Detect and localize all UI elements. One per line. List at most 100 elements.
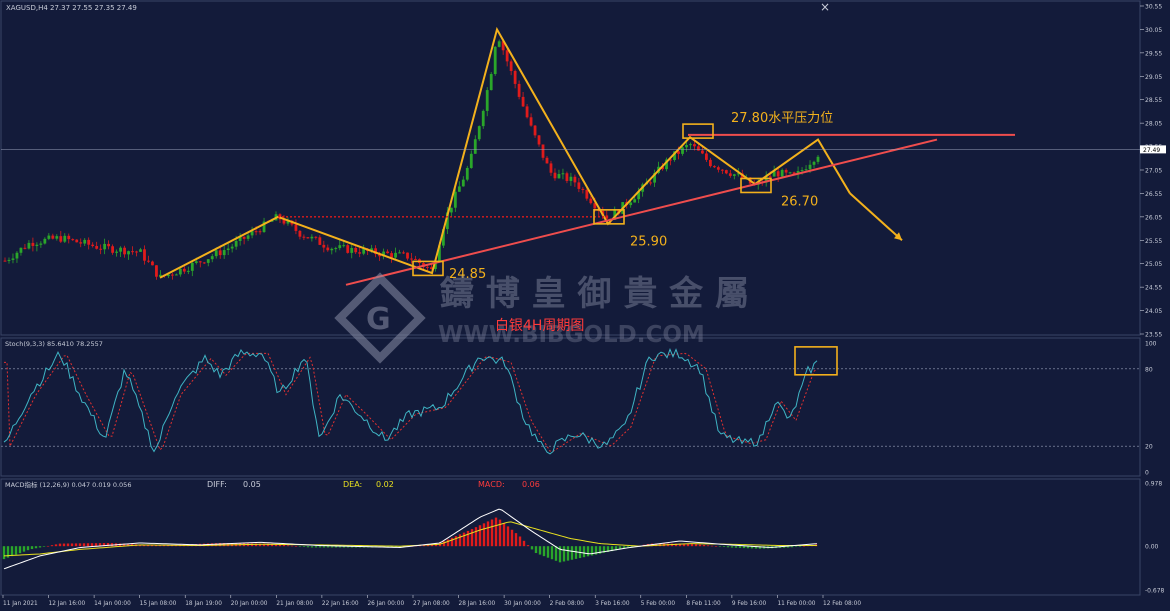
candle-body: [155, 265, 158, 277]
macd-histogram-bar: [526, 545, 530, 547]
macd-tick-label: -0.678: [1145, 588, 1165, 595]
macd-histogram-bar: [330, 546, 334, 548]
candle-body: [75, 239, 79, 243]
candle-body: [310, 236, 314, 239]
macd-histogram-bar: [478, 525, 482, 547]
price-tick-label: 25.55: [1145, 238, 1162, 245]
macd-histogram-bar: [702, 544, 706, 547]
candle-body: [521, 96, 525, 107]
macd-histogram-bar: [46, 545, 50, 547]
candle-body: [386, 251, 389, 254]
candle-body: [525, 106, 529, 118]
time-tick-label: 12 Jan 16:00: [49, 601, 86, 607]
candle-body: [11, 258, 15, 260]
candle-body: [218, 250, 222, 256]
candle-body: [254, 231, 258, 233]
macd-histogram-bar: [282, 544, 286, 547]
candle-body: [190, 262, 194, 271]
macd-histogram-bar: [466, 530, 470, 547]
macd-histogram-bar: [50, 545, 54, 547]
price-tick-label: 28.05: [1145, 121, 1162, 128]
macd-histogram-bar: [298, 546, 302, 547]
candle-body: [39, 243, 43, 245]
candle-body: [565, 173, 569, 181]
candle-body: [202, 262, 206, 264]
candle-body: [338, 245, 342, 249]
candle-body: [708, 159, 712, 167]
macd-histogram-bar: [2, 546, 6, 560]
key-level-label: 25.90: [630, 234, 667, 249]
candle-body: [31, 242, 35, 246]
candle-body: [63, 235, 67, 242]
candle-body: [473, 139, 477, 154]
candle-body: [194, 261, 198, 263]
candle-body: [71, 239, 75, 241]
candle-body: [115, 251, 118, 253]
candle-body: [210, 256, 214, 260]
macd-histogram-bar: [486, 521, 490, 547]
close-icon[interactable]: ×: [820, 0, 830, 14]
candle-body: [533, 125, 537, 136]
macd-histogram-bar: [318, 546, 322, 548]
candle-body: [306, 237, 310, 239]
candle-body: [497, 41, 501, 47]
candle-body: [577, 182, 581, 189]
candle-body: [557, 174, 561, 179]
candle-body: [214, 250, 218, 257]
macd-histogram-bar: [742, 546, 746, 549]
macd-histogram-bar: [218, 542, 222, 547]
macd-histogram-bar: [550, 546, 554, 560]
candle-body: [127, 251, 130, 255]
time-tick-label: 12 Feb 08:00: [823, 601, 861, 607]
macd-histogram-bar: [314, 546, 318, 548]
macd-histogram-bar: [698, 544, 702, 547]
time-tick-label: 9 Feb 16:00: [732, 601, 767, 607]
candle-body: [198, 261, 202, 263]
time-tick-label: 27 Jan 08:00: [413, 601, 450, 607]
macd-histogram-bar: [86, 543, 90, 547]
stochastic-tick-label: 100: [1145, 341, 1157, 348]
candle-body: [123, 247, 126, 255]
macd-tick-label: 0.00: [1145, 544, 1159, 551]
macd-histogram-bar: [58, 543, 62, 547]
macd-dea-value: 0.02: [376, 480, 394, 489]
price-tick-label: 24.55: [1145, 285, 1162, 292]
trading-chart[interactable]: 24.8525.9026.7027.80水平压力位 XAGUSD,H4 27.3…: [0, 0, 1170, 611]
candle-body: [318, 237, 322, 245]
candle-body: [581, 188, 585, 190]
time-tick-label: 8 Feb 11:00: [686, 601, 721, 607]
candle-body: [485, 90, 489, 111]
macd-histogram-bar: [738, 546, 742, 548]
price-tick-label: 30.05: [1145, 27, 1162, 34]
macd-histogram-bar: [446, 539, 450, 547]
candle-body: [99, 248, 103, 250]
macd-histogram-bar: [90, 543, 94, 547]
candle-body: [585, 189, 589, 199]
time-tick-label: 15 Jan 08:00: [140, 601, 177, 607]
candle-body: [457, 186, 461, 192]
candle-body: [234, 240, 238, 247]
macd-histogram-bar: [510, 529, 514, 547]
macd-histogram-bar: [714, 546, 718, 547]
macd-histogram-bar: [10, 546, 14, 557]
time-tick-label: 3 Feb 16:00: [595, 601, 630, 607]
candle-body: [15, 252, 19, 259]
macd-histogram-bar: [42, 546, 46, 547]
macd-histogram-bar: [26, 546, 30, 551]
key-level-label: 27.80水平压力位: [731, 111, 833, 126]
candle-body: [91, 244, 95, 247]
candle-body: [43, 238, 47, 244]
candle-body: [633, 199, 637, 203]
candle-body: [334, 248, 338, 250]
macd-histogram-bar: [74, 543, 78, 547]
macd-histogram-bar: [310, 546, 314, 548]
candle-body: [79, 242, 83, 244]
candle-body: [398, 252, 401, 254]
candle-body: [230, 246, 234, 249]
macd-histogram-bar: [522, 540, 526, 547]
macd-histogram-bar: [734, 546, 738, 548]
candle-body: [569, 176, 573, 181]
candle-body: [720, 169, 724, 171]
macd-histogram-bar: [326, 546, 330, 548]
candle-body: [151, 261, 154, 266]
